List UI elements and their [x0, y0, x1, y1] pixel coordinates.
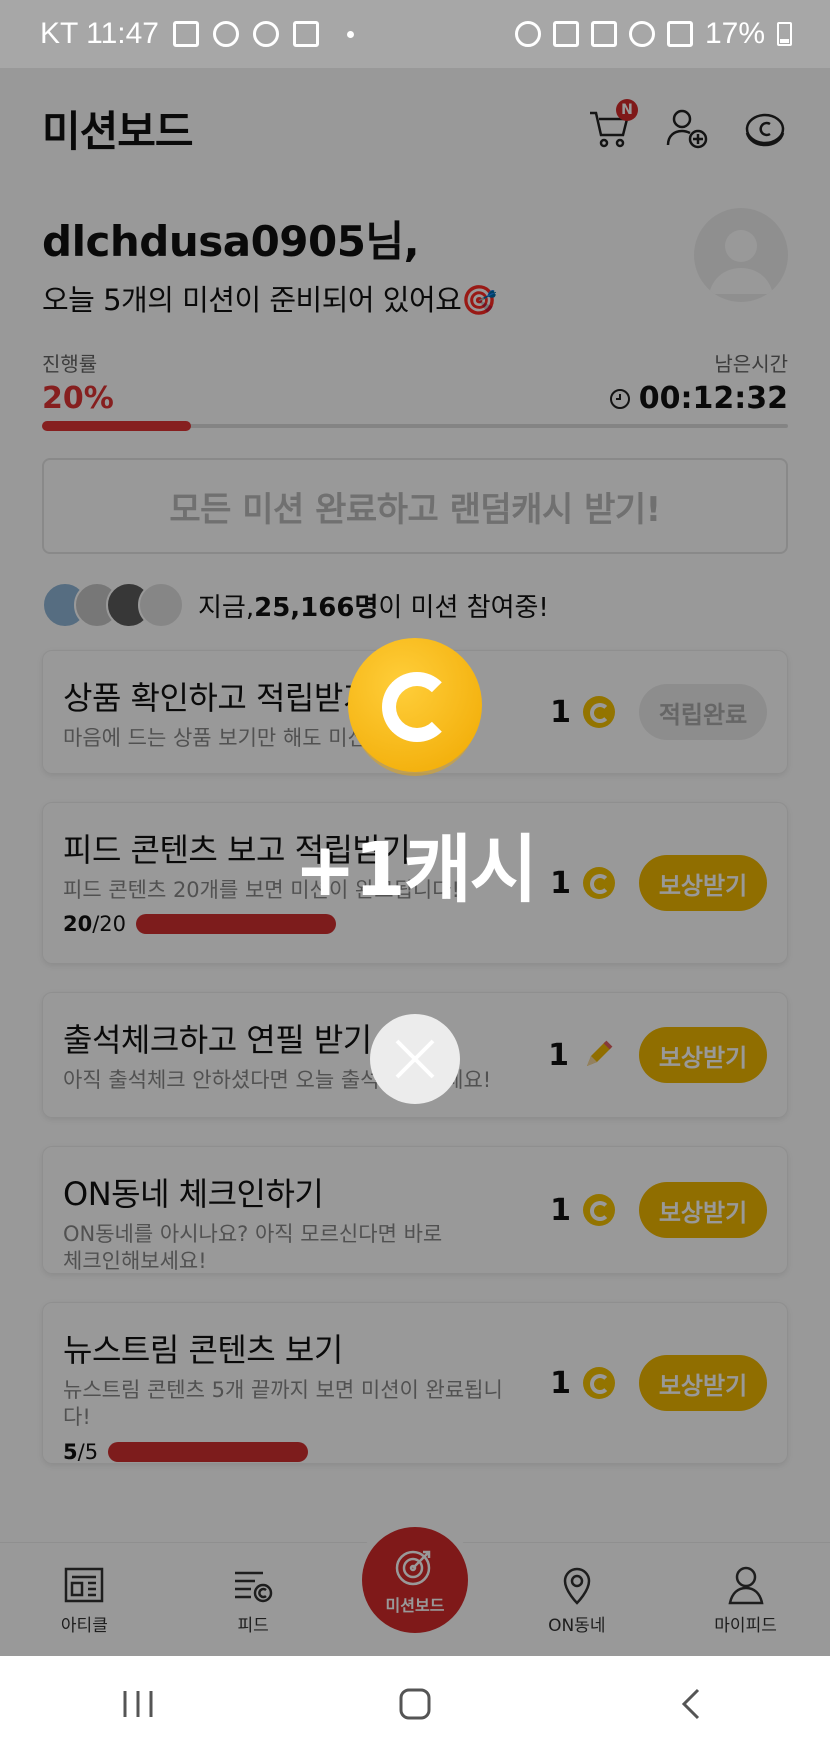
back-icon [681, 1688, 699, 1720]
app-v-icon [292, 21, 319, 47]
signal-icon [666, 21, 693, 47]
carrier-time: KT 11:47 [40, 17, 159, 50]
mute-icon [552, 21, 579, 47]
home-icon [399, 1688, 431, 1720]
battery-percent: 17% [704, 17, 765, 50]
battery-icon [777, 22, 792, 46]
data-saver-icon [590, 21, 617, 47]
notification-icon [172, 21, 199, 47]
wifi-icon [628, 21, 655, 47]
app-t-icon [212, 21, 239, 47]
system-navigation-bar [0, 1656, 830, 1752]
alarm-icon [514, 21, 541, 47]
reward-amount-text: +1캐시 [294, 827, 538, 913]
app-n-icon [252, 21, 279, 47]
close-popup-button[interactable] [370, 1014, 460, 1104]
home-button[interactable] [385, 1684, 445, 1724]
status-bar: KT 11:47 17% [0, 0, 830, 68]
close-icon [395, 1039, 435, 1079]
recent-apps-button[interactable] [108, 1684, 168, 1724]
more-dot-icon [346, 30, 354, 38]
back-button[interactable] [662, 1684, 722, 1724]
cash-coin-icon [348, 638, 482, 772]
recent-apps-icon [123, 1691, 153, 1717]
